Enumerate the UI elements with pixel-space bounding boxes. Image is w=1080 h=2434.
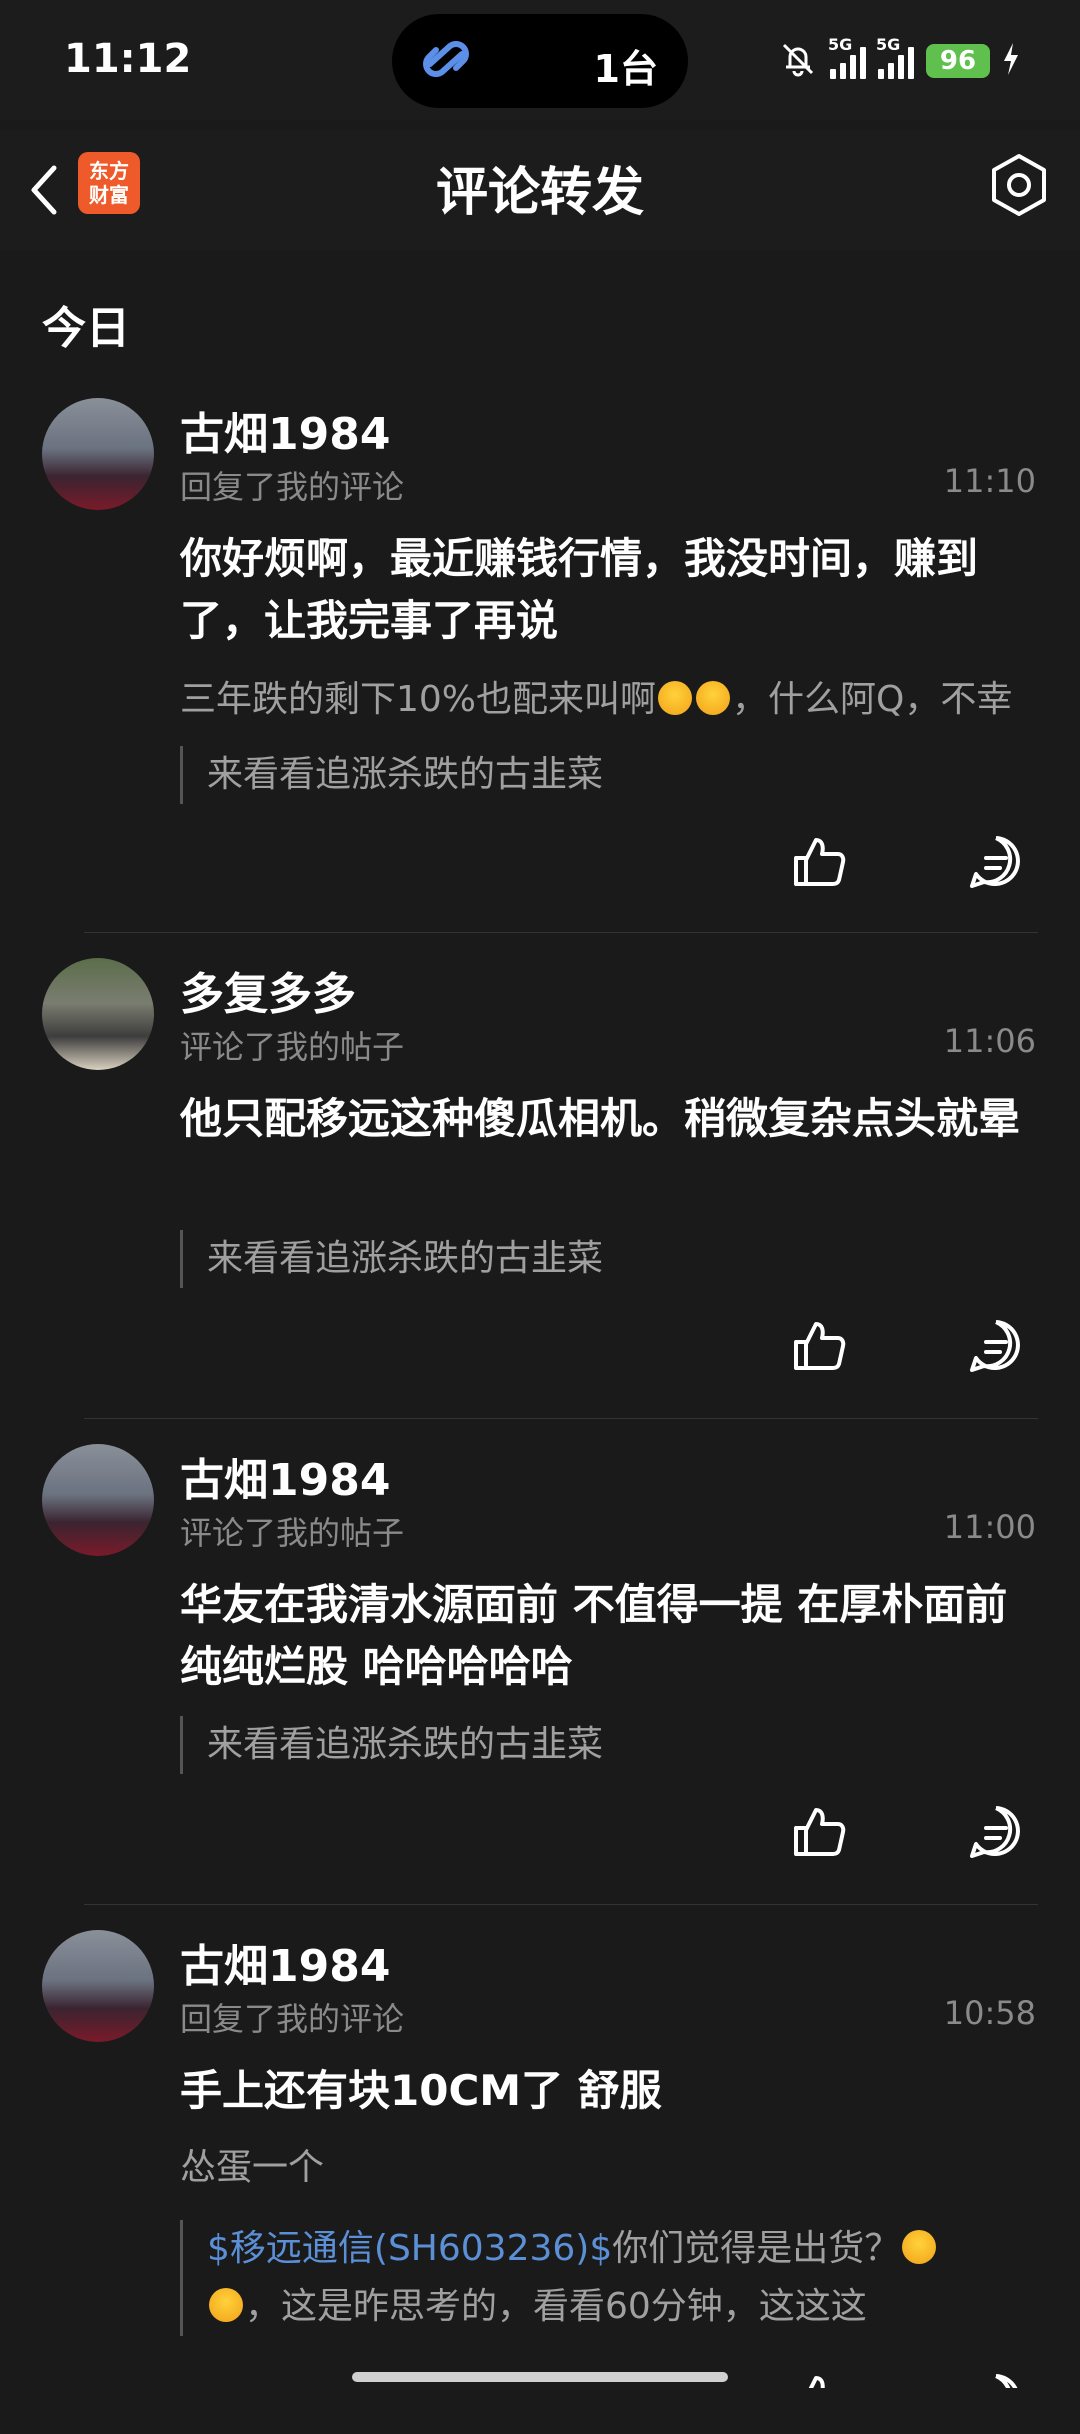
user-name[interactable]: 古畑1984 bbox=[180, 1444, 390, 1508]
comment-text[interactable]: 他只配移远这种傻瓜相机。稍微复杂点头就晕 bbox=[180, 1088, 1036, 1150]
quoted-comment[interactable]: 怂蛋一个 bbox=[180, 2138, 1040, 2190]
status-icons: 5G 5G 96 bbox=[778, 35, 1020, 86]
timestamp: 11:00 bbox=[943, 1508, 1036, 1546]
comment-text[interactable]: 手上还有块10CM了 舒服 bbox=[180, 2060, 1036, 2122]
avatar[interactable] bbox=[42, 958, 154, 1070]
avatar[interactable] bbox=[42, 398, 154, 510]
action-text: 评论了我的帖子 bbox=[180, 1028, 405, 1066]
laugh-emoji-icon bbox=[902, 2230, 937, 2264]
post-reference[interactable]: $移远通信(SH603236)$你们觉得是出货？ ，这是昨思考的，看看60分钟，这… bbox=[180, 2220, 1067, 2336]
status-bar: 11:12 1台 5G 5G 96 bbox=[0, 0, 1080, 120]
timestamp: 10:58 bbox=[943, 1994, 1036, 2032]
settings-button[interactable] bbox=[984, 150, 1054, 220]
comment-button[interactable] bbox=[966, 2370, 1026, 2388]
laugh-emoji-icon bbox=[696, 681, 731, 715]
action-text: 回复了我的评论 bbox=[180, 2000, 405, 2038]
comment-button[interactable] bbox=[966, 1802, 1026, 1862]
island-text: 1台 bbox=[593, 47, 658, 91]
divider bbox=[84, 1904, 1038, 1905]
laugh-emoji-icon bbox=[658, 681, 693, 715]
quoted-comment[interactable]: 三年跌的剩下10%也配来叫啊 ，什么阿Q，不幸 bbox=[180, 670, 1040, 722]
laugh-emoji-icon bbox=[209, 2288, 243, 2322]
timestamp: 11:06 bbox=[943, 1022, 1036, 1060]
bell-muted-icon bbox=[778, 39, 818, 83]
comment-text[interactable]: 你好烦啊，最近赚钱行情，我没时间，赚到了，让我完事了再说 bbox=[180, 528, 1036, 652]
avatar[interactable] bbox=[42, 1930, 154, 2042]
signal-icon-2: 5G bbox=[876, 35, 914, 79]
timestamp: 11:10 bbox=[943, 462, 1036, 500]
comment-button[interactable] bbox=[966, 832, 1026, 892]
status-time: 11:12 bbox=[64, 36, 192, 82]
home-indicator[interactable] bbox=[352, 2372, 728, 2382]
user-name[interactable]: 多复多多 bbox=[180, 958, 356, 1022]
avatar[interactable] bbox=[42, 1444, 154, 1556]
divider bbox=[84, 932, 1038, 933]
like-button[interactable] bbox=[790, 2370, 850, 2388]
user-name[interactable]: 古畑1984 bbox=[180, 1930, 390, 1994]
like-button[interactable] bbox=[790, 1802, 850, 1862]
user-name[interactable]: 古畑1984 bbox=[180, 398, 390, 462]
post-reference[interactable]: 来看看追涨杀跌的古韭菜 bbox=[180, 746, 1067, 804]
section-label-today: 今日 bbox=[42, 303, 130, 354]
stock-link[interactable]: $移远通信(SH603236)$ bbox=[207, 2228, 612, 2269]
link-icon bbox=[416, 34, 476, 88]
action-text: 评论了我的帖子 bbox=[180, 1514, 405, 1552]
charging-icon bbox=[1002, 43, 1020, 79]
comment-button[interactable] bbox=[966, 1316, 1026, 1376]
page-title: 评论转发 bbox=[435, 163, 644, 223]
action-text: 回复了我的评论 bbox=[180, 468, 405, 506]
dynamic-island[interactable]: 1台 bbox=[392, 14, 688, 108]
like-button[interactable] bbox=[790, 832, 850, 892]
signal-icon: 5G bbox=[828, 35, 866, 79]
divider bbox=[84, 1418, 1038, 1419]
like-button[interactable] bbox=[790, 1316, 850, 1376]
comment-text[interactable]: 华友在我清水源面前 不值得一提 在厚朴面前 纯纯烂股 哈哈哈哈哈 bbox=[180, 1574, 1036, 1698]
battery-indicator: 96 bbox=[926, 44, 990, 78]
post-reference[interactable]: 来看看追涨杀跌的古韭菜 bbox=[180, 1716, 1067, 1774]
post-reference[interactable]: 来看看追涨杀跌的古韭菜 bbox=[180, 1230, 1067, 1288]
